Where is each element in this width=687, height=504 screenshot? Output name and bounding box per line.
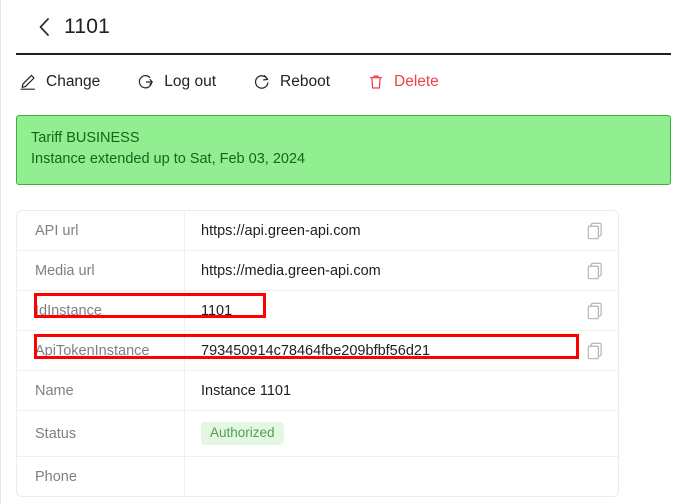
copy-icon [587, 262, 603, 280]
row-value: 1101 [201, 302, 233, 319]
change-button-label: Change [46, 72, 101, 90]
reboot-button[interactable]: Reboot [252, 68, 342, 95]
row-value: Authorized [185, 411, 572, 456]
row-value: https://media.green-api.com [201, 262, 381, 279]
row-label: Media url [17, 251, 185, 290]
table-row: Media url https://media.green-api.com [17, 251, 618, 291]
pencil-edit-icon [18, 72, 37, 91]
status-badge: Authorized [201, 422, 284, 445]
table-row: Status Authorized [17, 411, 618, 457]
tariff-banner: Tariff BUSINESS Instance extended up to … [16, 115, 671, 185]
copy-icon [587, 342, 603, 360]
table-row: Phone [17, 457, 618, 496]
row-label: IdInstance [17, 291, 185, 330]
copy-button[interactable] [572, 251, 618, 290]
row-value [185, 457, 572, 496]
delete-button-label: Delete [394, 72, 439, 90]
logout-button-label: Log out [164, 72, 217, 90]
table-row: IdInstance 1101 [17, 291, 618, 331]
copy-button[interactable] [572, 211, 618, 250]
copy-icon [587, 302, 603, 320]
copy-button[interactable] [572, 331, 618, 370]
row-label: API url [17, 211, 185, 250]
row-value: https://api.green-api.com [201, 222, 361, 239]
tariff-banner-expiry: Instance extended up to Sat, Feb 03, 202… [31, 151, 306, 167]
copy-button[interactable] [572, 291, 618, 330]
instance-details-table: API url https://api.green-api.com Media … [16, 210, 619, 497]
row-label: Status [17, 411, 185, 456]
chevron-left-icon[interactable] [34, 16, 54, 38]
row-value: Instance 1101 [201, 382, 292, 399]
logout-icon [136, 72, 155, 91]
table-row: ApiTokenInstance 793450914c78464fbe209bf… [17, 331, 618, 371]
logout-button[interactable]: Log out [136, 68, 228, 95]
copy-slot-empty [572, 371, 618, 410]
trash-icon [366, 72, 385, 91]
reboot-button-label: Reboot [280, 72, 330, 90]
row-label: Name [17, 371, 185, 410]
page-header: 1101 [16, 0, 671, 55]
instance-detail-page: 1101 Change Log out Reboot Delete Tariff… [0, 0, 687, 504]
delete-button[interactable]: Delete [366, 68, 451, 95]
row-label: ApiTokenInstance [17, 331, 185, 370]
table-row: Name Instance 1101 [17, 371, 618, 411]
copy-slot-empty [572, 457, 618, 496]
change-button[interactable]: Change [18, 68, 112, 95]
table-row: API url https://api.green-api.com [17, 211, 618, 251]
page-title: 1101 [64, 14, 110, 38]
tariff-banner-tariff: Tariff BUSINESS [31, 130, 140, 146]
copy-icon [587, 222, 603, 240]
action-toolbar: Change Log out Reboot Delete [0, 55, 687, 108]
copy-slot-empty [572, 411, 618, 456]
row-value: 793450914c78464fbe209bfbf56d21 [201, 342, 431, 359]
refresh-icon [252, 72, 271, 91]
row-label: Phone [17, 457, 185, 496]
